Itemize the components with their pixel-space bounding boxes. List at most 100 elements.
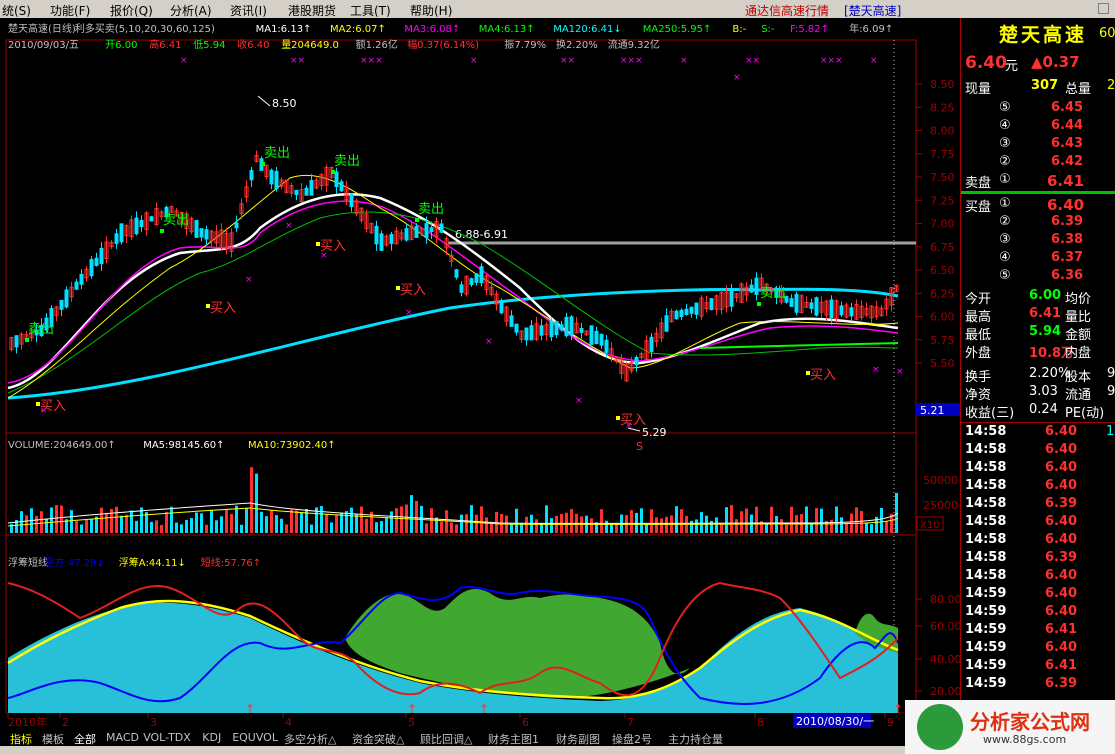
tab-13[interactable]: 主力持仓量: [668, 731, 723, 747]
header-line2-10: 流通9.32亿: [608, 38, 660, 51]
volume-bar: [60, 505, 63, 533]
ask-price-1: 6.41: [1047, 172, 1085, 190]
tick-row: 14:58 6.40: [961, 442, 1115, 460]
header-line1-1: 利多买卖(5,10,20,30,60,125): [75, 22, 215, 35]
high-price-label: 8.50: [272, 97, 297, 110]
volume-bar: [640, 508, 643, 533]
candle-body: [829, 299, 834, 319]
volume-bar: [610, 524, 613, 533]
menu-tools[interactable]: 工具(T): [350, 2, 391, 19]
volume-bar: [865, 522, 868, 533]
candle-body: [349, 193, 354, 207]
menu-help[interactable]: 帮助(H): [410, 2, 452, 19]
restore-button[interactable]: [1098, 3, 1109, 14]
candle-body: [729, 289, 734, 307]
vol-now-label: 现量: [965, 82, 992, 97]
volume-bar: [40, 511, 43, 533]
header-line2-6: 额1.26亿: [356, 38, 398, 51]
candle-body: [809, 302, 814, 309]
tab-3[interactable]: MACD: [106, 731, 139, 744]
bid-level-5: ⑤: [999, 268, 1011, 283]
menu-hk-futures[interactable]: 港股期货: [288, 2, 336, 19]
volume-bar: [815, 508, 818, 533]
sell-signal-dot: [331, 170, 335, 174]
tick-row: 14:59 6.41: [961, 622, 1115, 640]
watermark-logo: 分析家公式网 www.88gs.com: [905, 700, 1115, 754]
menu-analysis[interactable]: 分析(A): [170, 2, 212, 19]
logo-emblem-icon: [917, 704, 963, 750]
volume-bar: [690, 520, 693, 533]
stat-value-0: 6.00: [1029, 288, 1062, 303]
menu-system[interactable]: 统(S): [2, 2, 31, 19]
tab-1[interactable]: 模板: [42, 731, 64, 747]
tab-10[interactable]: 财务主图1: [488, 731, 539, 747]
stat2-label-1: 净资: [965, 388, 992, 403]
indicator-header-0: 浮筹短线: [8, 556, 48, 569]
volume-bar: [465, 514, 468, 533]
tick-extra-0: 1: [1106, 424, 1115, 439]
candle-body: [499, 301, 504, 314]
bid-label: 买盘: [965, 200, 992, 215]
top-signal-row: ××: [745, 56, 760, 66]
tab-2[interactable]: 全部: [74, 731, 96, 747]
volume-bar: [515, 508, 518, 533]
volume-bar: [835, 506, 838, 533]
tab-11[interactable]: 财务副图: [556, 731, 600, 747]
buy-signal-dot: [616, 416, 620, 420]
volume-bar: [855, 507, 858, 533]
stat2-row: 净资 3.03 流通 9: [961, 384, 1115, 403]
header-line1-7: MA250:5.95↑: [643, 24, 712, 35]
buy-signal-label: 买入: [210, 301, 236, 316]
volume-bar: [675, 506, 678, 533]
volume-bar: [155, 520, 158, 533]
stat-row: 今开 6.00 均价: [961, 288, 1115, 307]
menu-function[interactable]: 功能(F): [50, 2, 90, 19]
price-tick-label-0: 8.50: [930, 78, 955, 91]
volume-bar: [860, 511, 863, 533]
volume-bar: [330, 522, 333, 533]
tick-price-10: 6.40: [1045, 604, 1078, 619]
volume-bar: [35, 515, 38, 533]
tab-0[interactable]: 指标: [10, 731, 32, 747]
menu-quote[interactable]: 报价(Q): [110, 2, 153, 19]
sell-signal-label: 卖出: [264, 146, 290, 161]
tab-12[interactable]: 操盘2号: [612, 731, 652, 747]
volume-bar: [130, 510, 133, 533]
tab-5[interactable]: KDJ: [202, 731, 221, 744]
candle-body: [794, 293, 799, 313]
volume-bar: [470, 505, 473, 533]
tick-time-9: 14:59: [965, 586, 1007, 601]
candle-body: [694, 302, 699, 315]
header-line1-3: MA2:6.07↑: [330, 24, 386, 35]
candle-body: [539, 325, 544, 336]
stat-value-2: 5.94: [1029, 324, 1062, 339]
ask-level-4: ④: [999, 118, 1011, 133]
tab-8[interactable]: 资金突破△: [352, 731, 404, 747]
indicator-header-3: 短线:57.76↑: [201, 556, 261, 569]
chart-svg[interactable]: 楚天高速(日线)利多买卖(5,10,20,30,60,125) MA1:6.13↑…: [0, 18, 960, 730]
price-tick-label-6: 7.00: [930, 218, 955, 231]
magenta-mark: ×: [245, 275, 253, 285]
tick-time-3: 14:58: [965, 478, 1007, 493]
candle-body: [469, 278, 474, 286]
logo-text: 分析家公式网: [970, 710, 1090, 734]
tab-4[interactable]: VOL-TDX: [143, 731, 191, 744]
menu-info[interactable]: 资讯(I): [230, 2, 267, 19]
volume-bar: [630, 510, 633, 533]
candle-body: [199, 228, 204, 238]
candle-body: [679, 309, 684, 318]
volume-bar: [125, 514, 128, 533]
tick-price-1: 6.40: [1045, 442, 1078, 457]
tab-9[interactable]: 顾比回调△: [420, 731, 472, 747]
magenta-mark: ×: [285, 221, 293, 231]
kline-chart-area[interactable]: 楚天高速(日线) 利多买卖(5,10,20,30,60,125) MA1:6.13↑…: [0, 18, 960, 730]
tab-6[interactable]: EQUVOL: [232, 731, 278, 744]
candle-body: [64, 289, 69, 308]
cursor-date-label: 2010/08/30/一: [796, 715, 874, 728]
volume-header-1: MA5:98145.60↑: [143, 440, 224, 451]
buy-signal-dot: [316, 242, 320, 246]
volume-bar: [700, 512, 703, 533]
tab-7[interactable]: 多空分析△: [284, 731, 336, 747]
ask-row-1: 卖盘 ① 6.41: [961, 172, 1115, 191]
candle-body: [454, 269, 459, 278]
